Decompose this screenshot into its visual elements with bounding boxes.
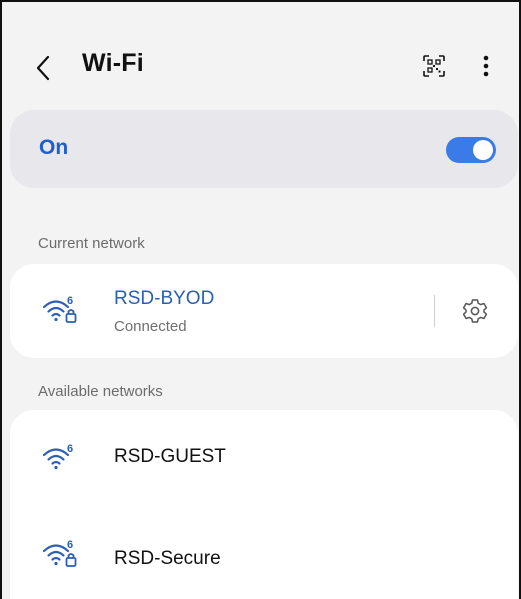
page-title: Wi-Fi xyxy=(82,49,144,77)
network-row-rsd-guest[interactable]: 6 RSD-GUEST xyxy=(10,410,518,506)
network-row-rsd-secure[interactable]: 6 RSD-Secure xyxy=(10,506,518,599)
app-bar: Wi-Fi xyxy=(2,2,519,102)
network-settings-button[interactable] xyxy=(459,295,491,327)
wifi-icon: 6 xyxy=(42,443,73,470)
qr-code-scan-icon xyxy=(423,55,445,77)
wifi-state-label: On xyxy=(39,136,69,159)
wifi-locked-icon: 6 xyxy=(42,539,77,567)
wifi-6-badge: 6 xyxy=(67,443,73,455)
available-networks-card: 6 RSD-GUEST 6 RSD-Secure xyxy=(10,410,518,599)
wifi-6-badge: 6 xyxy=(67,295,73,307)
current-network-heading: Current network xyxy=(38,235,145,252)
wifi-switch[interactable] xyxy=(446,137,496,163)
more-options-button[interactable] xyxy=(476,50,496,82)
connection-status: Connected xyxy=(114,318,187,335)
more-vertical-icon xyxy=(483,55,489,77)
wifi-toggle-row[interactable]: On xyxy=(10,110,518,188)
wifi-6-badge: 6 xyxy=(67,539,73,551)
wifi-locked-icon: 6 xyxy=(42,295,77,323)
chevron-left-icon xyxy=(36,55,50,81)
qr-scan-button[interactable] xyxy=(420,52,448,80)
network-name: RSD-Secure xyxy=(114,548,221,569)
row-divider xyxy=(434,295,435,327)
wifi-settings-screen: Wi-Fi On Current network 6 RSD-BYOD Conn… xyxy=(0,0,521,599)
current-network-name: RSD-BYOD xyxy=(114,288,215,309)
gear-icon xyxy=(462,299,488,323)
current-network-card: 6 RSD-BYOD Connected xyxy=(10,264,518,358)
available-networks-heading: Available networks xyxy=(38,383,163,400)
current-network-row[interactable]: 6 RSD-BYOD Connected xyxy=(10,264,518,358)
back-button[interactable] xyxy=(30,48,56,88)
switch-knob xyxy=(473,140,493,160)
network-name: RSD-GUEST xyxy=(114,446,226,467)
